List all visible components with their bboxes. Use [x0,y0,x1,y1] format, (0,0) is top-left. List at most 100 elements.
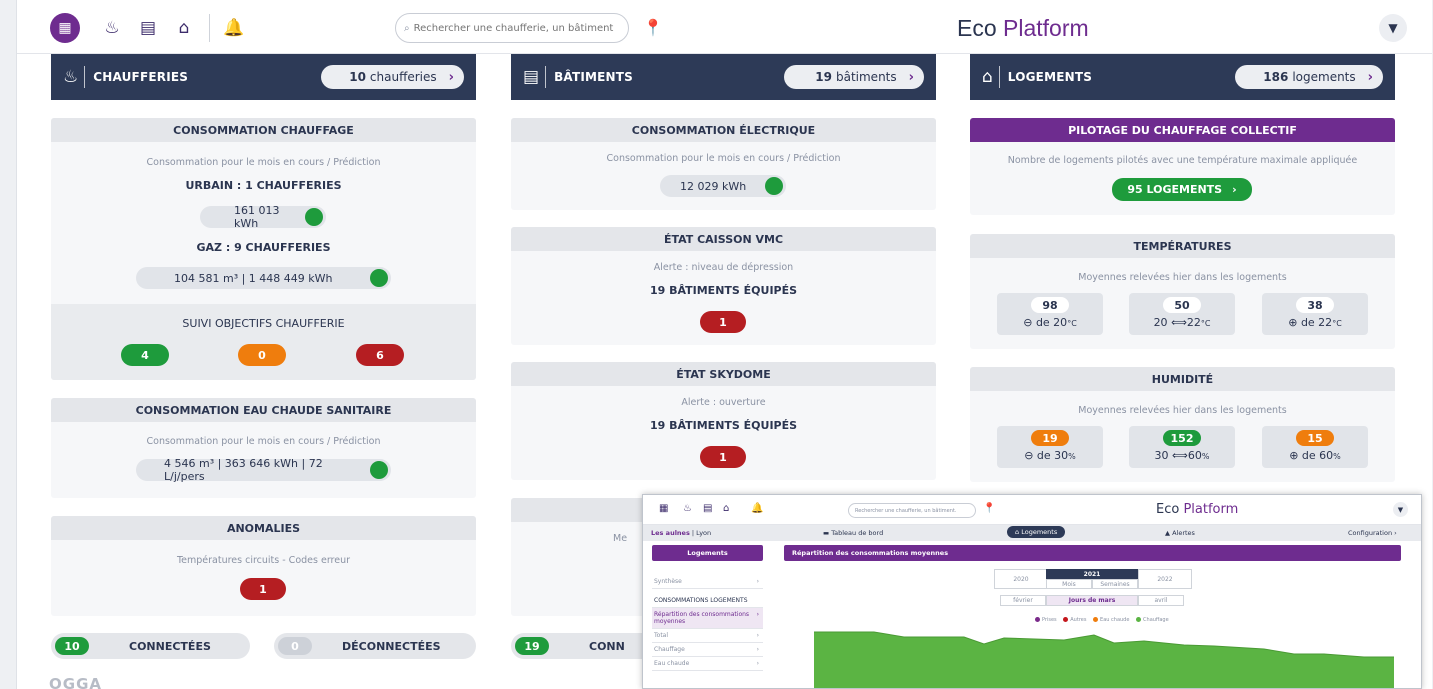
year-2021[interactable]: 2021 [1046,569,1138,579]
dashboard-icon: ▬ [823,529,830,537]
elec-value: 12 029 kWh [660,175,786,197]
card-title: ÉTAT SKYDOME [511,362,936,386]
suivi-red-badge[interactable]: 6 [356,344,404,366]
heating-icon[interactable]: ♨ [683,503,692,514]
hum-box-high[interactable]: 15 ⊕ de 60% [1262,426,1368,468]
urbain-label: URBAIN : 1 CHAUFFERIES [185,179,342,192]
overlay-nav-dashboard[interactable]: ▬ Tableau de bord [823,529,883,537]
vmc-badge[interactable]: 1 [700,311,746,333]
status-dot [370,269,388,287]
suivi-orange-badge[interactable]: 0 [238,344,286,366]
card-consommation-electrique: CONSOMMATION ÉLECTRIQUE Consommation pou… [511,118,936,210]
card-subtitle: Consommation pour le mois en cours / Pré… [146,436,381,447]
overlay-side-section: CONSOMMATIONS LOGEMENTS [652,589,763,608]
chevron-right-icon: › [1232,183,1237,196]
suivi-section: SUIVI OBJECTIFS CHAUFFERIE 4 0 6 [51,304,476,380]
month-current[interactable]: Jours de mars [1046,595,1138,606]
tab-semaines[interactable]: Semaines [1092,579,1138,589]
temp-box-high[interactable]: 38 ⊕ de 22°C [1262,293,1368,335]
overlay-nav-alertes[interactable]: ▲ Alertes [1165,529,1195,537]
card-subtitle: Me [613,533,628,544]
plus-circle-icon: ⊕ [1288,316,1298,329]
overlay-search-input[interactable]: Rechercher une chaufferie, un bâtiment. [848,503,976,518]
search-box[interactable]: ⌕ [395,13,629,43]
pilotage-logements-button[interactable]: 95 LOGEMENTS › [1112,178,1252,201]
overlay-side-item-active[interactable]: Répartition des consommations moyennes › [652,608,763,629]
bell-icon: ▲ [1165,529,1170,537]
column-logements: ⌂ LOGEMENTS 186 logements › [970,54,1395,100]
month-prev[interactable]: février [1000,595,1046,606]
anomalies-badge[interactable]: 1 [240,578,286,600]
bell-icon[interactable]: 🔔 [219,13,249,43]
chevron-right-icon: › [908,69,914,85]
logements-header: ⌂ LOGEMENTS 186 logements › [970,54,1395,100]
suivi-green-badge[interactable]: 4 [121,344,169,366]
card-subtitle: Alerte : niveau de dépression [653,262,794,273]
year-2022[interactable]: 2022 [1138,569,1192,589]
card-subtitle: Moyennes relevées hier dans les logement… [1078,272,1287,283]
batiments-count-button[interactable]: 19 bâtiments › [784,65,924,89]
hum-box-mid[interactable]: 152 30 ⟺60% [1129,426,1235,468]
house-icon: ⌂ [1015,528,1020,536]
search-input[interactable] [413,22,614,34]
column-batiments: ▤ BÂTIMENTS 19 bâtiments › [511,54,936,100]
status-dot [765,177,783,195]
overlay-site[interactable]: Les aulnes | Lyon [651,529,711,537]
temp-box-low[interactable]: 98 ⊖ de 20°C [997,293,1103,335]
house-icon[interactable]: ⌂ [723,503,729,514]
map-pin-icon[interactable]: 📍 [639,13,667,41]
dashboard-grid-icon[interactable]: ▦ [659,503,668,514]
overlay-nav-config[interactable]: Configuration › [1348,529,1397,537]
chevron-down-icon[interactable]: ▼ [1393,502,1408,517]
card-subtitle: Alerte : ouverture [681,397,766,408]
range-arrows-icon: ⟺ [1171,316,1187,329]
overlay-side-item[interactable]: Eau chaude › [652,657,763,671]
house-icon[interactable]: ⌂ [169,13,199,43]
footer-logo: OGGA [49,675,102,689]
heating-icon[interactable]: ♨ [97,13,127,43]
card-title: TEMPÉRATURES [970,234,1395,258]
ecs-value: 4 546 m³ | 363 646 kWh | 72 L/j/pers [136,457,391,483]
disconnected-pill[interactable]: 0 DÉCONNECTÉES [274,633,476,659]
bat-connected-pill[interactable]: 19 CONN [511,633,661,659]
overlay-sidebar: Logements Synthèse › CONSOMMATIONS LOGEME… [652,545,763,671]
month-next[interactable]: avril [1138,595,1184,606]
overlay-nav-logements[interactable]: ⌂ Logements [1007,526,1066,538]
chevron-right-icon: › [1367,69,1373,85]
card-consommation-chauffage: CONSOMMATION CHAUFFAGE Consommation pour… [51,118,476,380]
card-title: CONSOMMATION CHAUFFAGE [51,118,476,142]
map-pin-icon[interactable]: 📍 [983,503,995,514]
plus-circle-icon: ⊕ [1289,449,1299,462]
bell-icon[interactable]: 🔔 [751,503,763,514]
heating-icon: ♨ [63,67,79,87]
app-window: ▦ ♨ ▤ ⌂ 🔔 ⌕ 📍 Eco Platform ▼ ♨ CHAUFFERI… [16,0,1432,689]
status-dot [305,208,323,226]
overlay-side-item[interactable]: Chauffage › [652,643,763,657]
building-icon[interactable]: ▤ [133,13,163,43]
chevron-down-icon[interactable]: ▼ [1379,14,1407,42]
year-2020[interactable]: 2020 [994,569,1048,589]
overlay-side-item[interactable]: Synthèse › [652,575,763,589]
batiments-header: ▤ BÂTIMENTS 19 bâtiments › [511,54,936,100]
connected-pill[interactable]: 10 CONNECTÉES [51,633,250,659]
card-subtitle: Moyennes relevées hier dans les logement… [1078,405,1287,416]
overlay-side-item[interactable]: Total › [652,629,763,643]
vmc-equip: 19 BÂTIMENTS ÉQUIPÉS [649,284,798,297]
suivi-title: SUIVI OBJECTIFS CHAUFFERIE [182,317,345,330]
hum-box-low[interactable]: 19 ⊖ de 30% [997,426,1103,468]
card-humidite: HUMIDITÉ Moyennes relevées hier dans les… [970,367,1395,482]
card-title: CONSOMMATION EAU CHAUDE SANITAIRE [51,398,476,422]
temp-box-mid[interactable]: 50 20 ⟺22°C [1129,293,1235,335]
building-icon: ▤ [523,67,540,87]
card-vmc: ÉTAT CAISSON VMC Alerte : niveau de dépr… [511,227,936,345]
dashboard-grid-icon[interactable]: ▦ [50,13,80,43]
chaufferies-count-button[interactable]: 10 chaufferies › [321,65,464,89]
overlay-brand: Eco Platform [1156,502,1239,517]
tab-mois[interactable]: Mois [1046,579,1092,589]
search-icon: ⌕ [404,22,410,34]
legend-dot [1035,617,1040,622]
skydome-badge[interactable]: 1 [700,446,746,468]
legend-dot [1063,617,1069,622]
building-icon[interactable]: ▤ [703,503,712,514]
logements-count-button[interactable]: 186 logements › [1235,65,1383,89]
